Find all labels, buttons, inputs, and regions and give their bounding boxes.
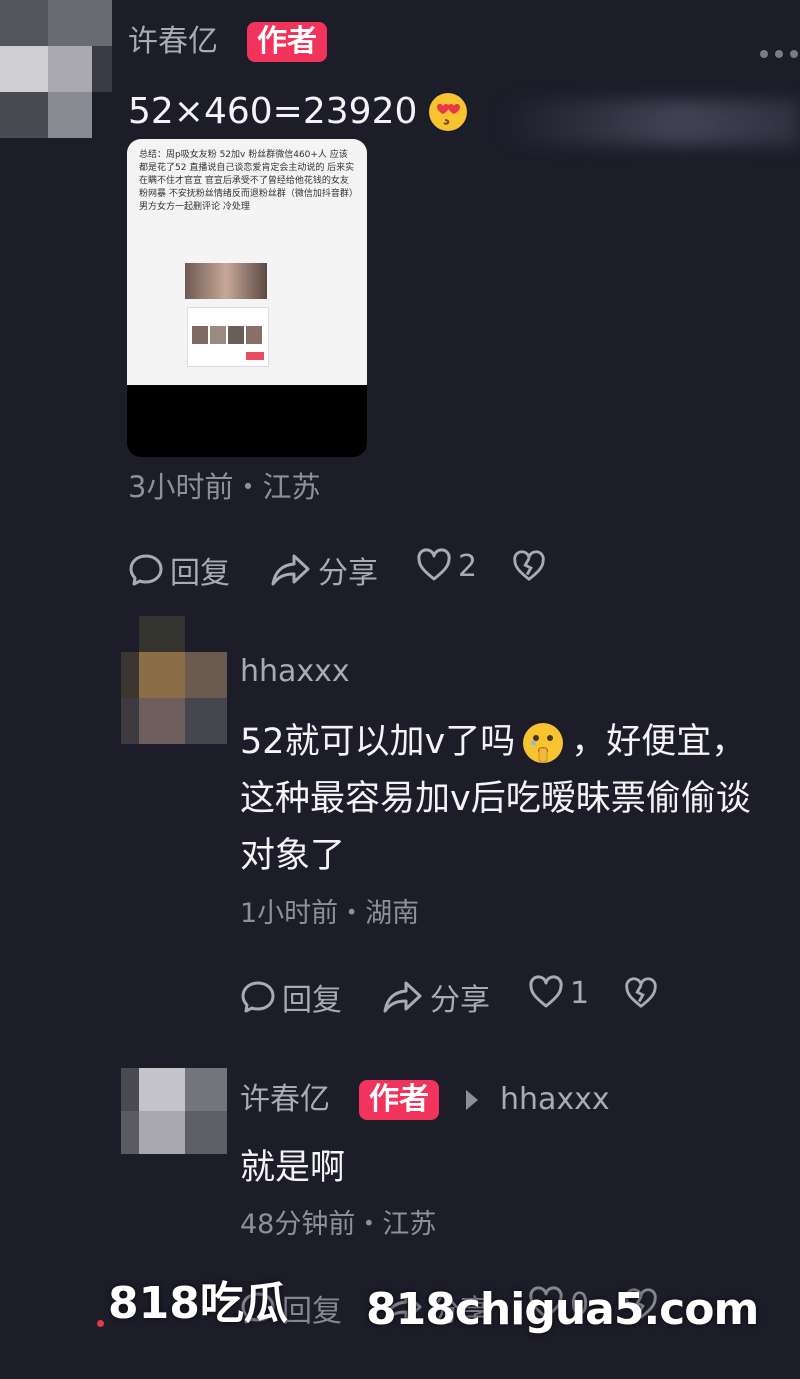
- comment-dislike-button[interactable]: [624, 977, 658, 1011]
- commenter-name[interactable]: hhaxxx: [240, 654, 350, 690]
- like-count: 2: [458, 548, 478, 584]
- chat-screenshot: [187, 307, 269, 367]
- share-arrow-icon: [382, 979, 424, 1015]
- comment-bubble-icon: [240, 979, 276, 1015]
- post-time-location: 3小时前・江苏: [128, 470, 321, 504]
- post-image-thumbnail[interactable]: 总结：周p吸女友粉 52加v 粉丝群微信460+人 应该都是花了52 直播说自己…: [127, 139, 367, 457]
- post-author-avatar[interactable]: [0, 0, 112, 138]
- author-badge: 作者: [247, 22, 327, 62]
- comment-time-location: 1小时前・湖南: [240, 898, 420, 929]
- watermark-left: 818吃瓜: [108, 1278, 288, 1329]
- heart-eyes-emoji-icon: [427, 91, 469, 133]
- post-like-button[interactable]: 2: [416, 548, 477, 584]
- post-share-button[interactable]: 分享: [270, 548, 378, 592]
- comment-reply-button[interactable]: 回复: [240, 975, 342, 1019]
- heart-icon: [416, 548, 452, 584]
- blurred-region: [500, 100, 800, 145]
- comment-text: 52就可以加v了吗 ，好便宜， 这种最容易加v后吃暧昧票偷偷谈 对象了: [240, 714, 790, 885]
- reply-author-name[interactable]: 许春亿: [240, 1082, 330, 1118]
- comment-like-button[interactable]: 1: [528, 975, 589, 1011]
- author-badge: 作者: [359, 1080, 439, 1120]
- commenter-avatar[interactable]: [121, 616, 227, 744]
- comment-text-line-3: 对象了: [240, 836, 346, 876]
- more-options-icon[interactable]: [760, 50, 798, 58]
- comment-text-line-2: 这种最容易加v后吃暧昧票偷偷谈: [240, 779, 751, 819]
- shushing-face-emoji-icon: [521, 721, 565, 765]
- share-arrow-icon: [270, 552, 312, 588]
- post-dislike-button[interactable]: [512, 550, 546, 584]
- reply-to-triangle-icon: [466, 1090, 478, 1110]
- reply-time-location: 48分钟前・江苏: [240, 1209, 437, 1240]
- share-label: 分享: [318, 556, 378, 591]
- comment-text-line-1: 52就可以加v了吗: [240, 722, 516, 762]
- reply-label: 回复: [282, 983, 342, 1018]
- broken-heart-icon: [512, 550, 546, 584]
- post-image-caption: 总结：周p吸女友粉 52加v 粉丝群微信460+人 应该都是花了52 直播说自己…: [139, 150, 355, 212]
- comment-text-line-1-rest: ，好便宜，: [571, 722, 747, 762]
- post-text-row: 52×460=23920: [128, 90, 469, 134]
- reply-label: 回复: [282, 1294, 342, 1329]
- heart-icon: [528, 975, 564, 1011]
- post-reply-button[interactable]: 回复: [128, 548, 230, 592]
- share-label: 分享: [430, 983, 490, 1018]
- watermark-dot: [97, 1320, 104, 1327]
- reply-text: 就是啊: [240, 1148, 346, 1188]
- reply-author-avatar[interactable]: [121, 1068, 227, 1154]
- post-author-name[interactable]: 许春亿: [128, 24, 218, 60]
- comment-share-button[interactable]: 分享: [382, 975, 490, 1019]
- post-text: 52×460=23920: [128, 91, 418, 132]
- comment-bubble-icon: [128, 552, 164, 588]
- broken-heart-icon: [624, 977, 658, 1011]
- like-count: 1: [570, 975, 590, 1011]
- couple-photo: [185, 263, 267, 299]
- reply-to-name[interactable]: hhaxxx: [500, 1082, 610, 1118]
- watermark-right: 818chigua5.com: [366, 1284, 759, 1335]
- reply-label: 回复: [170, 556, 230, 591]
